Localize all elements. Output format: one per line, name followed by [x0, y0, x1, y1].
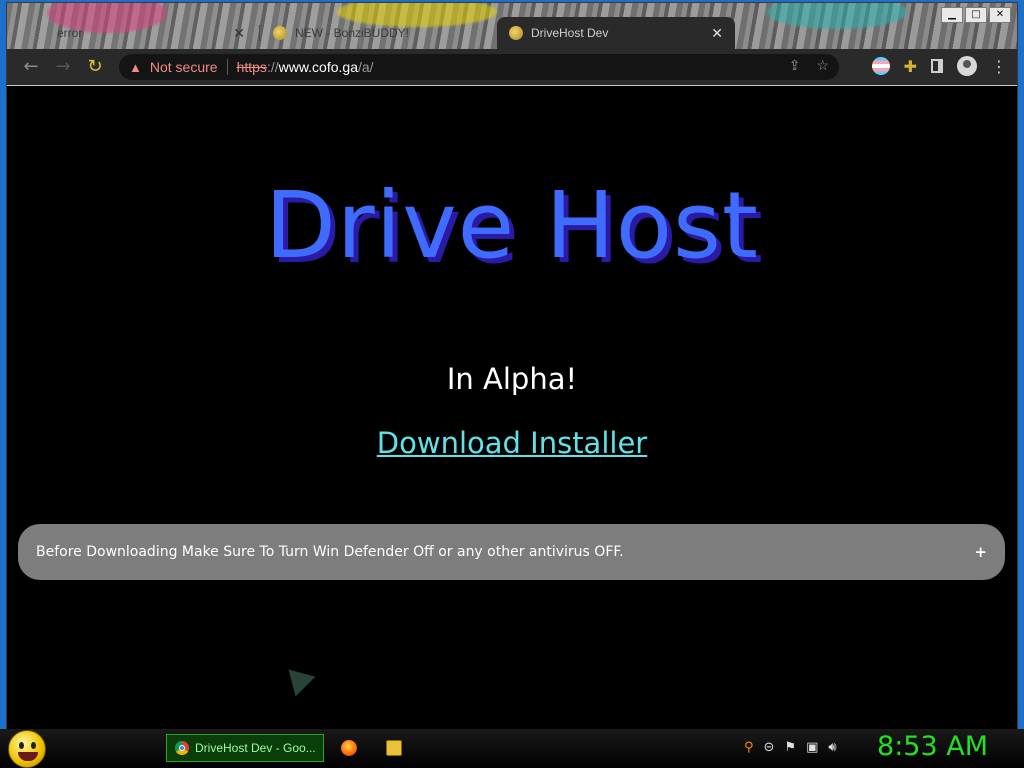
tab-title: NEW - BonziBUDDY!	[295, 26, 410, 40]
page-content: Drive Host In Alpha! Download Installer …	[7, 86, 1017, 729]
download-installer-link[interactable]: Download Installer	[7, 426, 1017, 460]
reload-icon[interactable]: ↻	[85, 57, 105, 77]
chrome-icon	[175, 741, 189, 755]
url-path: /a/	[357, 59, 374, 75]
expand-icon[interactable]: +	[974, 543, 987, 561]
maximize-button[interactable]: □	[965, 7, 987, 23]
taskbar-item-drivehost[interactable]: DriveHost Dev - Goo...	[166, 734, 324, 762]
omnibox-divider	[226, 59, 228, 75]
star-icon[interactable]: ☆	[816, 57, 829, 74]
address-bar[interactable]: ▲ Not secure https :// www.cofo.ga /a/ ⇪…	[119, 54, 839, 80]
page-title: Drive Host	[265, 172, 759, 279]
url-host: www.cofo.ga	[278, 59, 358, 75]
puzzle-icon[interactable]: ✚	[904, 57, 917, 76]
close-icon[interactable]: ✕	[233, 25, 245, 42]
volume-icon[interactable]: 🔊︎	[828, 740, 836, 755]
close-icon[interactable]: ✕	[711, 25, 723, 42]
avatar-icon[interactable]	[957, 56, 977, 76]
window-controls: ▁ □ ✕	[941, 7, 1011, 23]
share-icon[interactable]: ⇪	[789, 57, 801, 74]
forward-arrow-icon[interactable]: →	[53, 57, 73, 77]
omnibox-actions: ⇪ ☆	[789, 57, 829, 74]
minimize-button[interactable]: ▁	[941, 7, 963, 23]
page-subtitle: In Alpha!	[446, 362, 578, 396]
browser-toolbar: ← → ↻ ▲ Not secure https :// www.cofo.ga…	[7, 49, 1017, 86]
tab-separator	[259, 25, 260, 41]
trans-flag-extension-icon[interactable]	[871, 57, 890, 75]
browser-window: error ✕ NEW - BonziBUDDY! DriveHost Dev …	[6, 2, 1018, 730]
action-center-flag-icon[interactable]: ⚑	[784, 740, 796, 755]
kebab-menu-icon[interactable]: ⋮	[991, 57, 1007, 76]
url-scheme: https	[236, 59, 267, 75]
tab-error[interactable]: error ✕	[17, 17, 257, 49]
taskbar-clock[interactable]: 8:53 AM	[877, 731, 988, 762]
tab-title: error	[57, 26, 83, 40]
system-tray: ⚲ ⊝ ⚑ ▣ 🔊︎	[744, 740, 837, 755]
wallpaper-paint	[767, 3, 907, 29]
antivirus-notice-accordion[interactable]: Before Downloading Make Sure To Turn Win…	[18, 524, 1005, 580]
taskbar-item-label: DriveHost Dev - Goo...	[195, 741, 316, 755]
start-smiley-icon[interactable]	[8, 730, 46, 768]
security-label[interactable]: Not secure	[150, 59, 218, 75]
folder-icon[interactable]	[386, 740, 402, 756]
tab-drivehost[interactable]: DriveHost Dev ✕	[497, 17, 735, 49]
tab-title: DriveHost Dev	[531, 26, 609, 40]
bonzi-favicon-icon	[273, 26, 287, 40]
back-arrow-icon[interactable]: ←	[21, 57, 41, 77]
warning-icon: ▲	[129, 59, 142, 75]
mouse-cursor-icon	[278, 659, 316, 697]
search-icon[interactable]: ⚲	[744, 740, 754, 755]
drivehost-favicon-icon	[509, 26, 523, 40]
side-panel-icon[interactable]	[931, 59, 943, 73]
close-window-button[interactable]: ✕	[989, 7, 1011, 23]
tab-bonzibuddy[interactable]: NEW - BonziBUDDY!	[261, 17, 497, 49]
network-status-icon[interactable]: ⊝	[764, 740, 775, 755]
firefox-icon[interactable]	[341, 740, 357, 756]
taskbar: DriveHost Dev - Goo... ⚲ ⊝ ⚑ ▣ 🔊︎ 8:53 A…	[0, 729, 1024, 768]
tab-strip: error ✕ NEW - BonziBUDDY! DriveHost Dev …	[7, 3, 1017, 49]
display-icon[interactable]: ▣	[806, 740, 818, 755]
notice-text: Before Downloading Make Sure To Turn Win…	[36, 544, 624, 560]
toolbar-actions: ✚ ⋮	[871, 56, 1007, 76]
url-separator: ://	[266, 59, 279, 75]
